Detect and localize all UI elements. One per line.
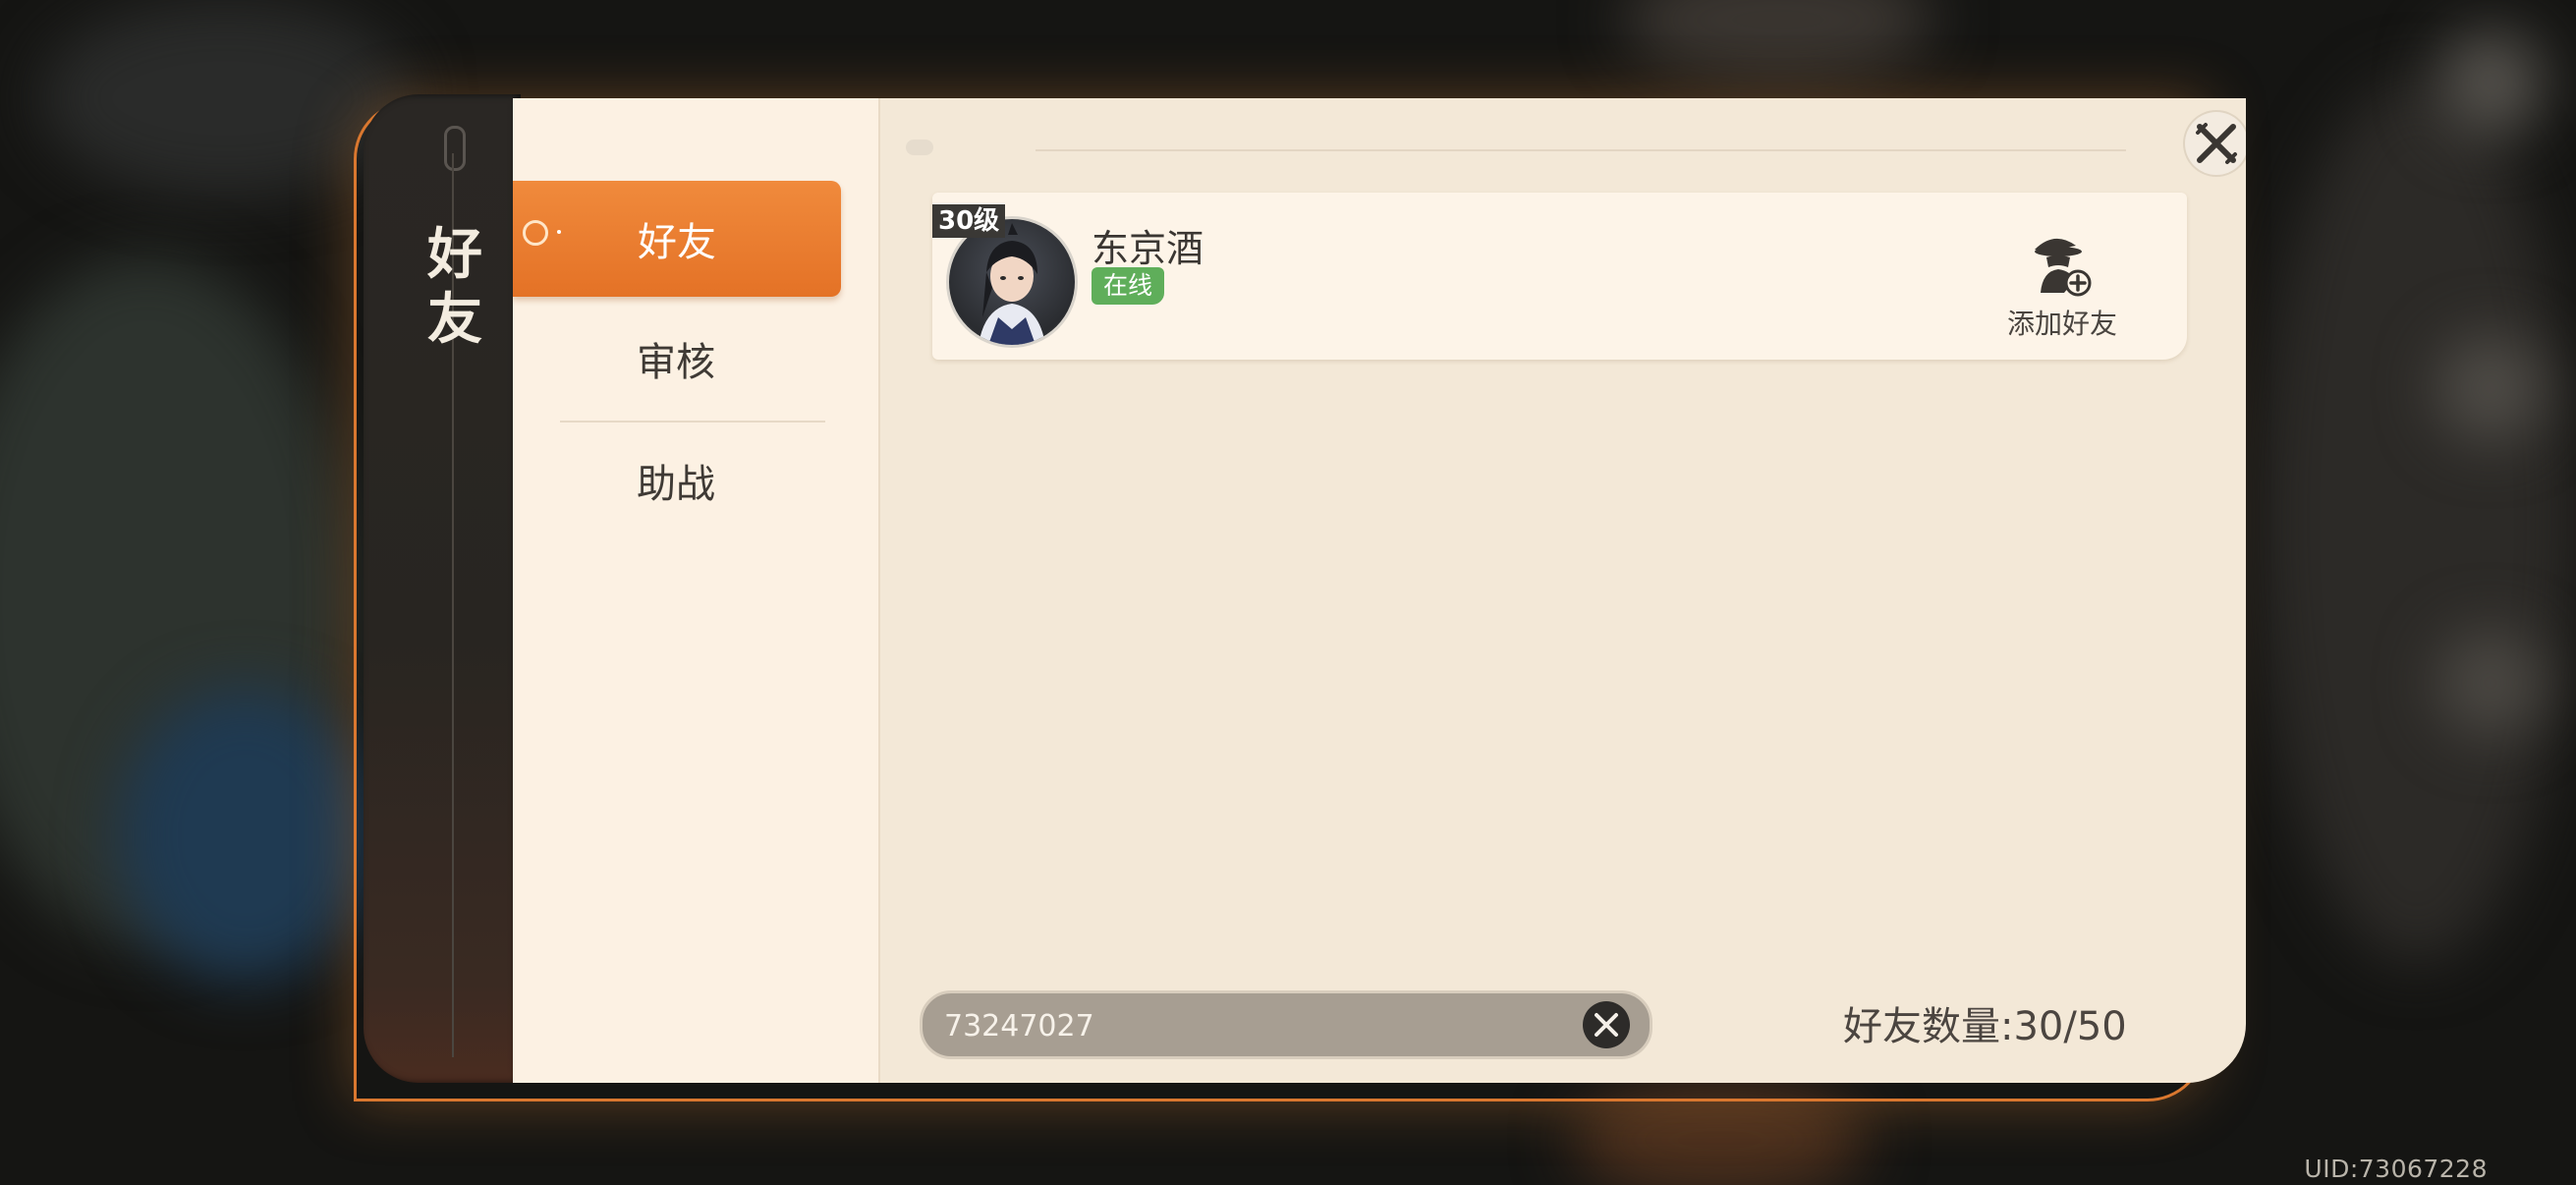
online-status-badge: 在线 — [1092, 267, 1165, 305]
friends-dialog: 好友 好友 审核 助战 30级 东京酒 在线 添加好友 73247027 好友数… — [354, 94, 2246, 1101]
level-badge: 30级 — [932, 204, 1006, 238]
close-icon — [2196, 123, 2237, 164]
add-friend-button[interactable]: 添加好友 — [1993, 228, 2131, 346]
friend-count: 好友数量:30/50 — [1843, 1004, 2127, 1049]
player-uid: UID:73067228 — [2304, 1155, 2488, 1183]
tab-friends[interactable]: 好友 — [513, 181, 841, 297]
close-button[interactable] — [2185, 112, 2246, 175]
decor-dots — [906, 140, 933, 155]
clear-icon — [1595, 1013, 1618, 1037]
uid-search-input[interactable] — [942, 993, 1555, 1058]
friends-list-area: 30级 东京酒 在线 添加好友 73247027 好友数量:30/50 — [878, 98, 2246, 1083]
character-portrait-icon — [979, 223, 1045, 345]
search-clear-button[interactable] — [1583, 1001, 1630, 1048]
tab-friends-label: 好友 — [638, 220, 716, 265]
active-tab-marker-icon — [523, 220, 561, 246]
tab-review[interactable]: 审核 — [513, 301, 839, 417]
add-friend-icon — [2035, 238, 2092, 297]
side-title-panel: 好友 — [364, 94, 521, 1083]
panel-knob — [444, 126, 466, 171]
add-friend-label: 添加好友 — [2006, 308, 2117, 340]
decor-line — [1036, 149, 2126, 151]
dialog-content: 好友 审核 助战 30级 东京酒 在线 添加好友 73247027 好友数量:3… — [513, 98, 2246, 1083]
tab-support[interactable]: 助战 — [513, 423, 839, 538]
search-bar — [920, 990, 1652, 1059]
friend-name: 东京酒 — [1092, 227, 1204, 270]
tab-review-label: 审核 — [637, 340, 715, 385]
panel-title: 好友 — [427, 222, 482, 352]
tab-support-label: 助战 — [637, 462, 715, 507]
friend-card[interactable]: 30级 东京酒 在线 添加好友 — [932, 193, 2187, 360]
tab-nav: 好友 审核 助战 — [513, 98, 880, 1083]
